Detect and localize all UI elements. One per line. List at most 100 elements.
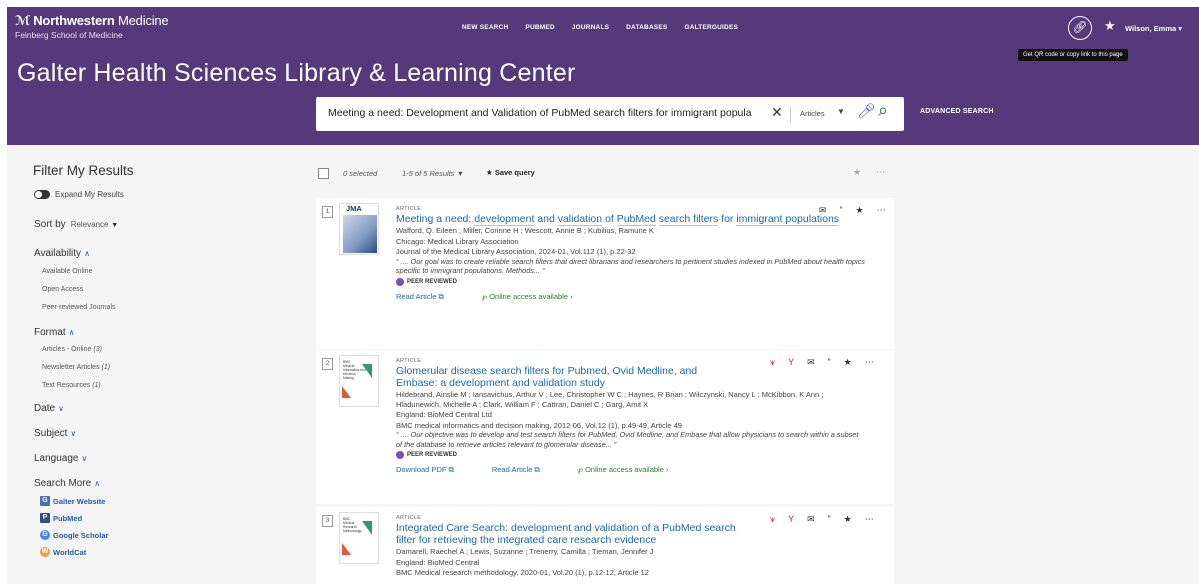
facet-format[interactable]: Format ∧ (34, 327, 75, 338)
pin-icon[interactable]: ★ (1104, 18, 1116, 34)
facet-language[interactable]: Language ∨ (34, 453, 87, 464)
chevron-down-icon: ∨ (58, 404, 64, 413)
search-more-pubmed[interactable]: P PubMed (40, 513, 82, 523)
nav-new-search[interactable]: NEW SEARCH (462, 24, 508, 31)
nav-journals[interactable]: JOURNALS (572, 24, 609, 31)
facet-item[interactable]: Articles - Online (3) (42, 346, 102, 353)
select-all-checkbox[interactable] (318, 168, 329, 179)
tooltip: Get QR code or copy link to this page (1018, 49, 1128, 61)
logo-subtitle: Feinberg School of Medicine (15, 30, 123, 40)
result-type: ARTICLE (396, 206, 422, 212)
facet-item[interactable]: Text Resources (1) (42, 382, 101, 389)
logo[interactable]: ℳ Northwestern Medicine Feinberg School o… (15, 13, 169, 40)
search-more-google-scholar[interactable]: G Google Scholar (40, 530, 108, 540)
result-card: 1 JMA ARTICLE Meeting a need: developmen… (316, 198, 894, 349)
result-links: Read Article ⧉ ℘ Online access available… (396, 292, 866, 302)
search-input[interactable]: Meeting a need: Development and Validati… (328, 107, 768, 119)
email-icon[interactable]: ✉ (807, 514, 815, 525)
result-title[interactable]: Glomerular disease search filters for Pu… (396, 365, 736, 389)
cover-thumbnail[interactable]: JMA (339, 203, 379, 255)
mendeley-icon[interactable]: ⩛ (770, 514, 775, 525)
cite-icon[interactable]: ” (840, 205, 843, 216)
search-more-worldcat[interactable]: W WorldCat (40, 547, 86, 557)
clear-icon[interactable]: ✕ (771, 104, 783, 121)
result-publisher: England: BioMed Central (396, 557, 480, 567)
result-source: BMC medical informatics and decision mak… (396, 420, 682, 430)
search-bar: Meeting a need: Development and Validati… (316, 97, 904, 131)
galter-icon: G (40, 496, 50, 506)
y-export-icon[interactable]: Y (788, 357, 794, 368)
nm-logo-icon: ℳ (15, 13, 31, 28)
cover-thumbnail[interactable]: BMC Medical Research Methodology (339, 512, 379, 564)
more-icon[interactable]: ⋯ (876, 167, 885, 178)
peer-reviewed-badge: PEER REVIEWED (396, 451, 866, 459)
pin-icon[interactable]: ★ (853, 167, 861, 178)
chevron-up-icon: ∧ (68, 328, 75, 337)
result-number: 3 (322, 515, 333, 527)
result-authors: Damarell, Raechel A ; Lewis, Suzanne ; T… (396, 547, 654, 556)
y-export-icon[interactable]: Y (788, 514, 794, 525)
peer-reviewed-icon (396, 277, 404, 286)
facet-item[interactable]: Available Online (42, 268, 92, 275)
result-card: 3 BMC Medical Research Methodology ARTICLE … (316, 507, 894, 584)
result-actions: ✉ ” ★ ⋯ (806, 205, 886, 216)
read-article-link[interactable]: Read Article ⧉ (492, 465, 540, 475)
chevron-down-icon: ∨ (70, 429, 77, 438)
peer-reviewed-badge: PEER REVIEWED (396, 277, 866, 286)
result-title[interactable]: Integrated Care Search: development and … (396, 522, 756, 546)
pin-icon[interactable]: ★ (844, 357, 852, 368)
more-icon[interactable]: ⋯ (877, 205, 886, 216)
nav-pubmed[interactable]: PUBMED (525, 24, 554, 31)
advanced-search-link[interactable]: ADVANCED SEARCH (920, 108, 994, 115)
worldcat-icon: W (40, 547, 50, 557)
app-frame: ℳ Northwestern Medicine Feinberg School o… (7, 7, 1199, 584)
link-icon[interactable]: 🔗︎ (1068, 16, 1092, 40)
sort-by[interactable]: Sort by Relevance ▼ (34, 219, 118, 230)
more-icon[interactable]: ⋯ (865, 514, 874, 525)
result-number: 1 (322, 206, 333, 218)
pin-icon: ★ (486, 168, 493, 177)
chevron-down-icon: ▾ (1178, 24, 1183, 33)
result-number: 2 (322, 358, 333, 370)
site-title: Galter Health Sciences Library & Learnin… (17, 59, 576, 87)
facet-item[interactable]: Newsletter Articles (1) (42, 364, 110, 371)
results-count[interactable]: 1-5 of 5 Results ▼ (402, 169, 464, 178)
facet-item[interactable]: Open Access (42, 286, 83, 293)
user-menu[interactable]: Wilson, Emma ▾ (1125, 24, 1182, 33)
result-card: 2 BMC Medical Informatics and Decision Makin… (316, 350, 894, 504)
result-actions: ⩛ Y ✉ ” ★ ⋯ (757, 357, 874, 368)
facet-availability[interactable]: Availability ∧ (34, 248, 90, 259)
search-more[interactable]: Search More ∧ (34, 478, 100, 489)
filter-title: Filter My Results (33, 163, 134, 178)
cite-icon[interactable]: ” (828, 514, 831, 525)
result-authors: Hildebrand, Ainslie M ; Iansavichus, Art… (396, 390, 824, 409)
facet-subject[interactable]: Subject ∨ (34, 428, 76, 439)
download-pdf-link[interactable]: Download PDF ⧉ (396, 465, 454, 475)
email-icon[interactable]: ✉ (819, 205, 827, 216)
result-title[interactable]: Meeting a need: development and validati… (396, 213, 866, 226)
mendeley-icon[interactable]: ⩛ (770, 357, 775, 368)
online-access-link[interactable]: ℘ Online access available › (482, 292, 573, 302)
microphone-icon[interactable]: 🎤︎ (857, 102, 876, 120)
pin-icon[interactable]: ★ (856, 205, 864, 216)
expand-toggle[interactable] (34, 190, 50, 199)
search-icon[interactable]: ⌕ (878, 100, 888, 121)
read-article-link[interactable]: Read Article ⧉ (396, 292, 444, 302)
more-icon[interactable]: ⋯ (865, 357, 874, 368)
nav-galterguides[interactable]: GALTERGUIDES (684, 24, 738, 31)
cite-icon[interactable]: ” (828, 357, 831, 368)
nav-databases[interactable]: DATABASES (626, 24, 667, 31)
cover-thumbnail[interactable]: BMC Medical Informatics and Decision Making (339, 355, 379, 407)
facet-date[interactable]: Date ∨ (34, 403, 64, 414)
search-scope-select[interactable]: Articles (800, 109, 825, 118)
save-query-button[interactable]: ★ Save query (486, 168, 535, 177)
email-icon[interactable]: ✉ (807, 357, 815, 368)
pin-icon[interactable]: ★ (844, 514, 852, 525)
result-authors: Wafford, Q. Eileen ; Miller, Corinne H ;… (396, 226, 654, 235)
search-more-galter[interactable]: G Galter Website (40, 496, 105, 506)
online-access-link[interactable]: ℘ Online access available › (578, 465, 669, 475)
chevron-down-icon[interactable]: ▼ (837, 107, 845, 116)
facet-item[interactable]: Peer-reviewed Journals (42, 304, 116, 311)
selected-count: 0 selected (343, 169, 378, 178)
result-snippet: “ .... Our goal was to create reliable s… (396, 256, 865, 276)
